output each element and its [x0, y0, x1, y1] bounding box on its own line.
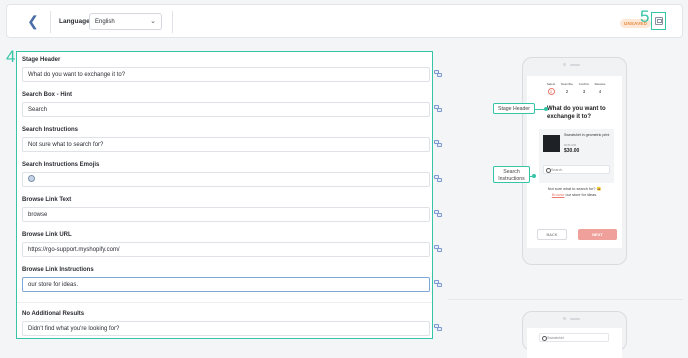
stage-header-input[interactable]: What do you want to exchange it to? [22, 67, 430, 82]
search-emojis-input[interactable] [22, 172, 430, 187]
divider [17, 302, 432, 303]
preview-screen-2: Sweatshirt [527, 328, 622, 358]
browse-link-text-input[interactable]: browse [22, 207, 430, 222]
browse-link-url-label: Browse Link URL [22, 232, 72, 238]
callout-dot [544, 107, 548, 111]
translate-icon[interactable] [434, 280, 442, 287]
browse-link-url-input[interactable]: https://rgo-support.myshopify.com/ [22, 242, 430, 257]
preview-browse-link: Browse [551, 193, 565, 197]
translate-icon[interactable] [434, 140, 442, 147]
browse-link-text-label: Browse Link Text [22, 197, 72, 203]
language-value: English [95, 19, 115, 25]
language-label: Language [59, 18, 90, 25]
emoji-icon [28, 175, 35, 183]
search-emojis-label: Search Instructions Emojis [22, 162, 100, 168]
product-card: Sweatshirt in geometric print #0451156 $… [539, 129, 614, 183]
search-hint-input[interactable]: Search [22, 102, 430, 117]
preview-screen: Select 1 Describe 2 Confirm 3 Resolve 4 What… [527, 76, 622, 248]
callout-dot [532, 174, 536, 178]
divider [50, 11, 51, 33]
text-settings-form: Stage Header What do you want to exchang… [16, 51, 433, 339]
search-instructions-input[interactable]: Not sure what to search for? [22, 137, 430, 152]
translate-icon[interactable] [434, 210, 442, 217]
no-results-label: No Additional Results [22, 311, 85, 317]
annotation-number-5: 5 [640, 7, 650, 26]
phone-preview-2: Sweatshirt [522, 311, 627, 358]
translate-icon[interactable] [434, 175, 442, 182]
preview-next-button: NEXT [578, 229, 617, 240]
step-resolve: Resolve 4 [594, 82, 606, 94]
save-icon [654, 17, 663, 25]
translate-icon[interactable] [434, 70, 442, 77]
product-name: Sweatshirt in geometric print [564, 133, 610, 137]
annotation-number-4: 4 [6, 47, 16, 66]
language-select[interactable]: English ⌄ [89, 13, 162, 30]
search-hint-label: Search Box - Hint [22, 92, 73, 98]
speaker-notch [570, 318, 580, 320]
translate-icon[interactable] [434, 245, 442, 252]
preview-search-instructions: Not sure what to search for? 😀 [547, 187, 602, 191]
back-arrow-icon[interactable]: ❮ [25, 13, 41, 29]
preview-browse-line: Browse our store for ideas. [551, 193, 598, 197]
step-indicator: Select 1 Describe 2 Confirm 3 Resolve 4 [527, 82, 622, 104]
camera-dot [563, 63, 566, 66]
preview-stage-header: What do you want to exchange it to? [547, 106, 606, 120]
callout-search-instructions: Search Instructions [493, 166, 530, 183]
phone-preview: Select 1 Describe 2 Confirm 3 Resolve 4 What… [522, 57, 627, 265]
preview-search-box: Search [543, 165, 610, 174]
search-instructions-label: Search Instructions [22, 127, 79, 133]
preview-back-button: BACK [537, 229, 567, 240]
divider [172, 11, 173, 33]
stage-header-label: Stage Header [22, 57, 61, 63]
camera-dot [563, 317, 566, 320]
speaker-notch [570, 64, 580, 66]
preview-search-box-2: Sweatshirt [539, 333, 609, 342]
translate-icon[interactable] [434, 324, 442, 331]
callout-stage-header: Stage Header [493, 103, 535, 114]
browse-link-instructions-label: Browse Link Instructions [22, 267, 94, 273]
chevron-down-icon: ⌄ [150, 18, 156, 25]
save-button[interactable] [651, 12, 666, 30]
no-results-input[interactable]: Didn't find what you're looking for? [22, 321, 430, 336]
translate-icon[interactable] [434, 105, 442, 112]
browse-link-instructions-input[interactable]: our store for ideas. [22, 277, 430, 292]
top-bar: ❮ Language English ⌄ UNSAVED [6, 4, 683, 38]
product-image [543, 135, 560, 152]
section-divider [448, 299, 683, 300]
product-sku: #0451156 [564, 143, 577, 147]
product-price: $30.00 [564, 148, 580, 154]
